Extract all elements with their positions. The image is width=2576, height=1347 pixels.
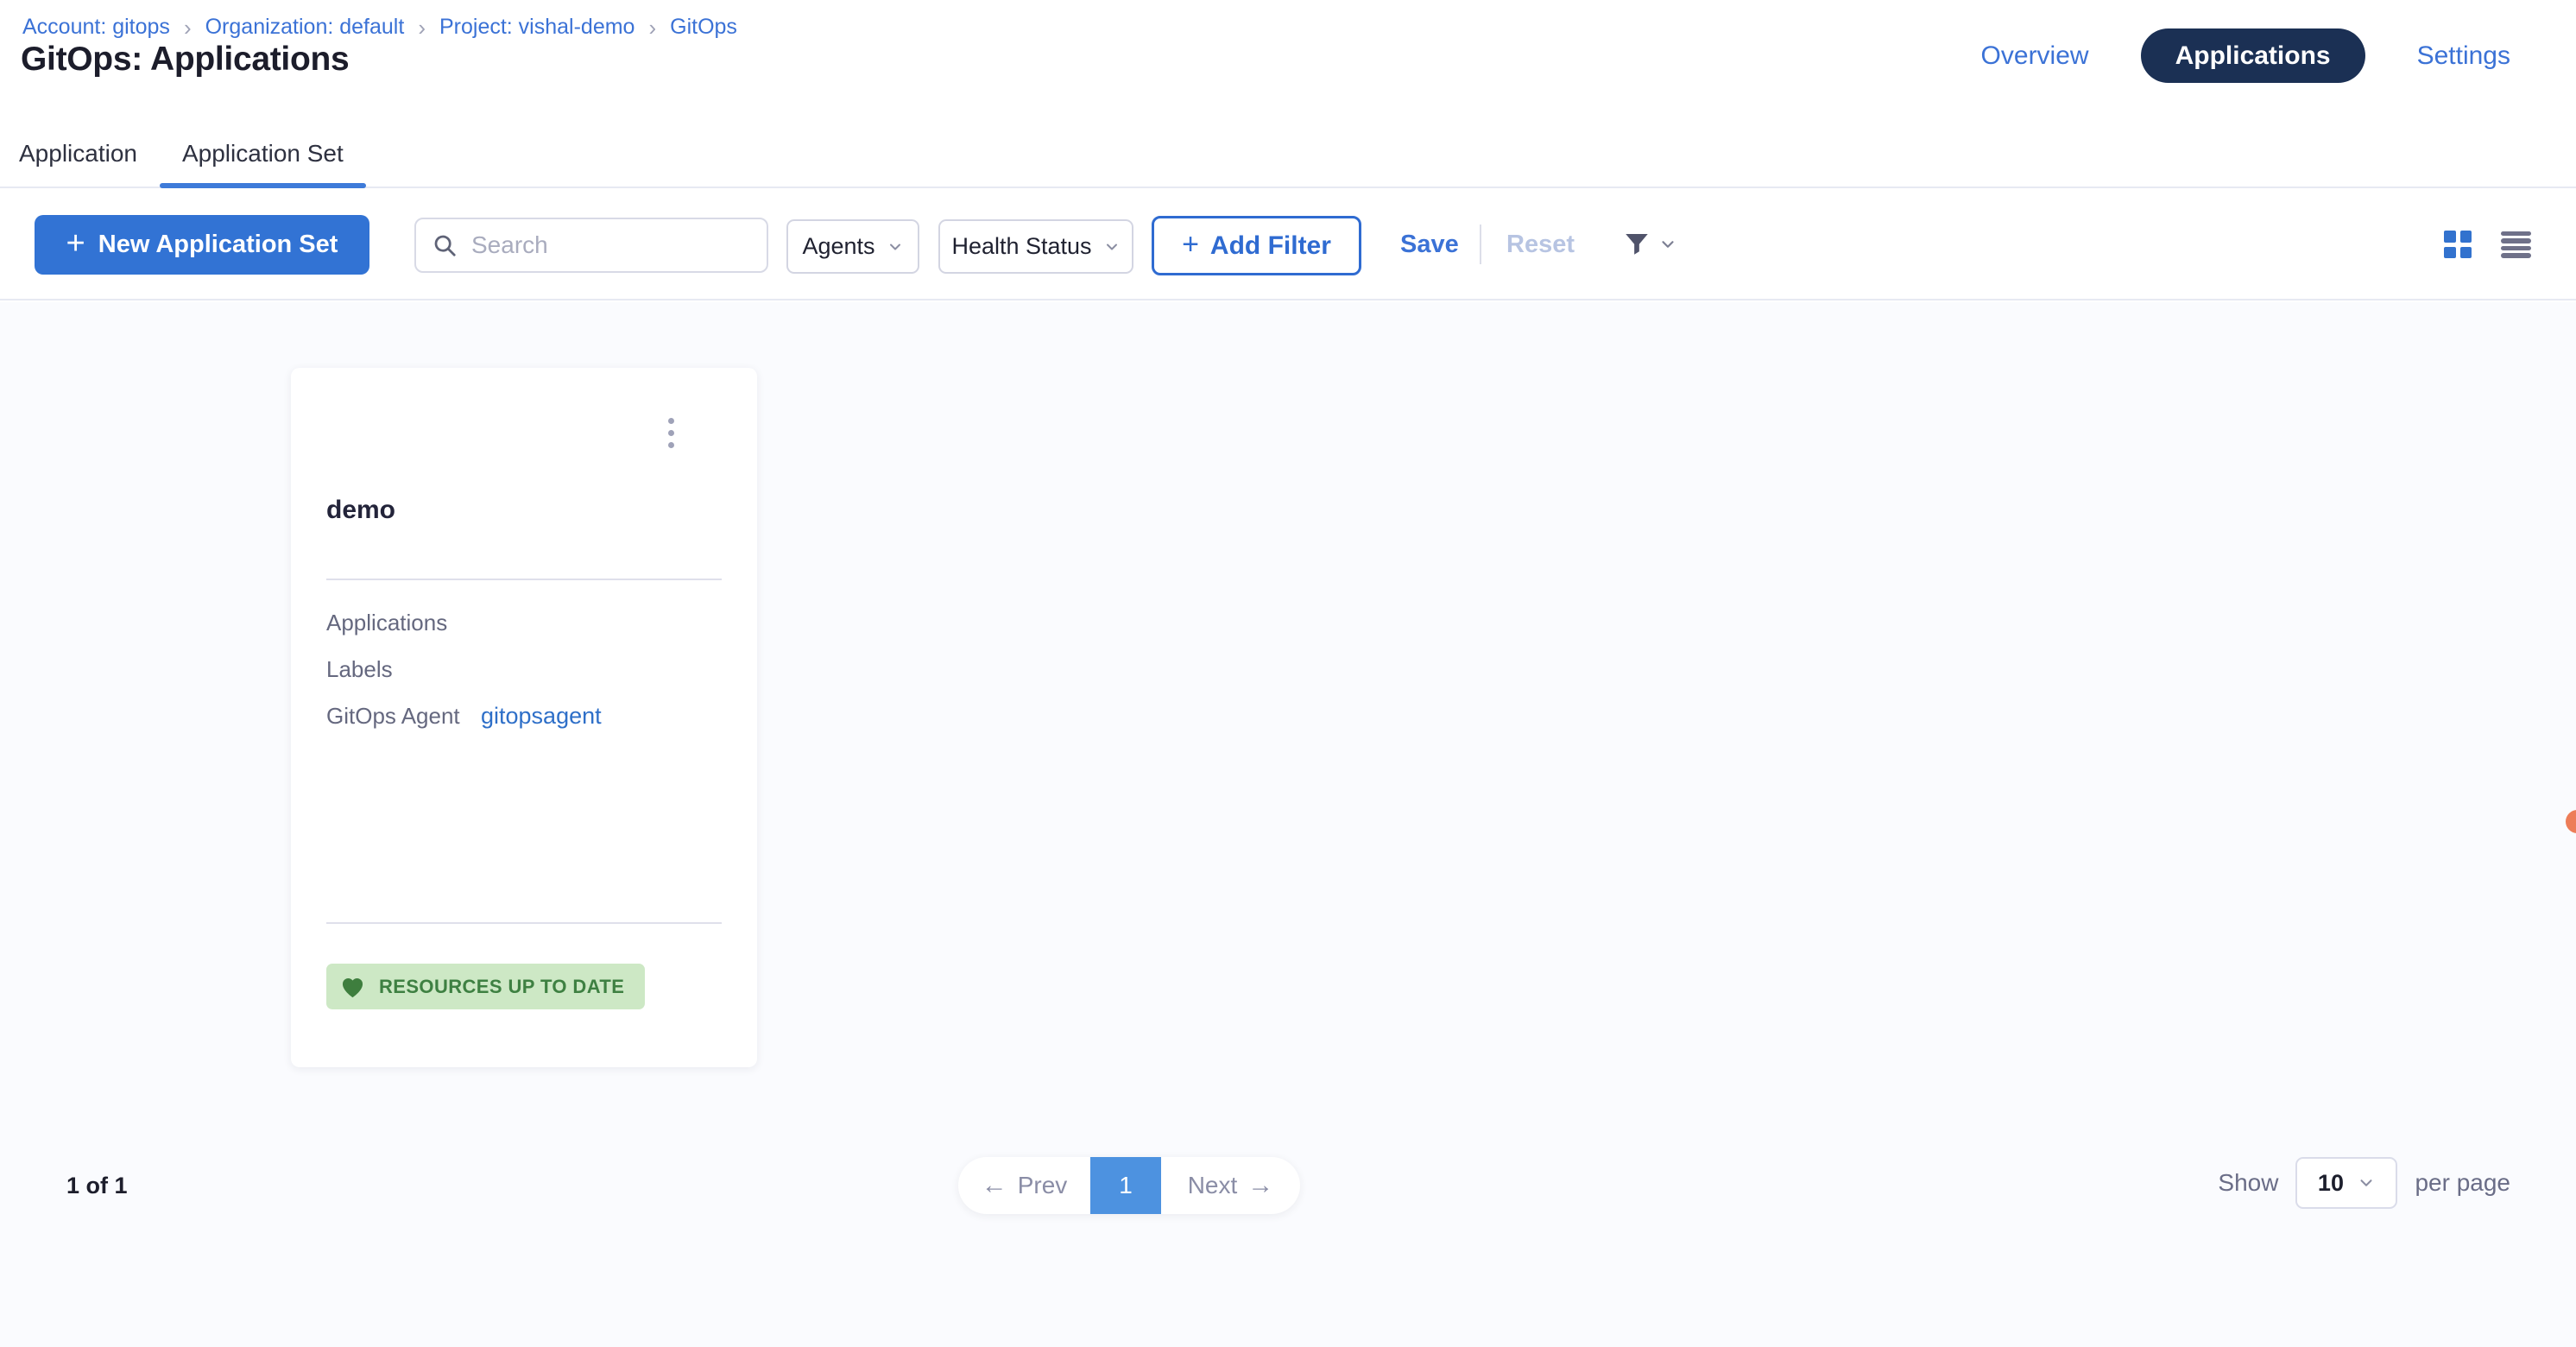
agents-filter-label: Agents bbox=[802, 233, 874, 260]
page-size-value: 10 bbox=[2318, 1170, 2344, 1197]
chevron-down-icon bbox=[1658, 235, 1677, 254]
per-page-label: per page bbox=[2415, 1169, 2510, 1197]
tab-application[interactable]: Application bbox=[19, 121, 137, 187]
application-set-name: demo bbox=[326, 496, 395, 525]
chevron-down-icon bbox=[2357, 1173, 2376, 1192]
card-menu-kebab-icon[interactable] bbox=[665, 414, 678, 452]
field-row-gitops-agent: GitOps Agent gitopsagent bbox=[326, 703, 722, 730]
show-label: Show bbox=[2218, 1169, 2278, 1197]
filter-funnel-icon bbox=[1621, 229, 1652, 260]
search-icon bbox=[432, 232, 458, 258]
page-size-select[interactable]: 10 bbox=[2295, 1157, 2397, 1209]
chevron-right-icon: › bbox=[418, 16, 426, 39]
pagination-next-button[interactable]: Next → bbox=[1161, 1157, 1300, 1214]
field-row-labels: Labels bbox=[326, 656, 722, 683]
save-filter-button[interactable]: Save bbox=[1400, 190, 1459, 299]
pagination-page-1[interactable]: 1 bbox=[1090, 1157, 1161, 1214]
next-label: Next bbox=[1188, 1172, 1238, 1199]
field-label: Labels bbox=[326, 656, 481, 683]
results-summary: 1 of 1 bbox=[66, 1173, 128, 1199]
field-label: Applications bbox=[326, 610, 481, 636]
search-box bbox=[414, 218, 768, 273]
tab-bar: Application Application Set bbox=[0, 121, 2576, 188]
health-status-filter-label: Health Status bbox=[951, 233, 1091, 260]
pagination: ← Prev 1 Next → bbox=[958, 1157, 1300, 1214]
filter-panel-button[interactable] bbox=[1621, 190, 1677, 299]
toolbar: + New Application Set Agents Health Stat… bbox=[0, 190, 2576, 300]
new-application-set-button[interactable]: + New Application Set bbox=[35, 215, 369, 275]
card-divider bbox=[326, 922, 722, 924]
add-filter-label: Add Filter bbox=[1210, 231, 1331, 261]
module-nav: Overview Applications Settings bbox=[1981, 28, 2510, 83]
page-size-control: Show 10 per page bbox=[2218, 1155, 2510, 1211]
pagination-prev-button[interactable]: ← Prev bbox=[958, 1157, 1090, 1214]
content-area: demo Applications Labels GitOps Agent gi… bbox=[0, 302, 2576, 1347]
heart-icon bbox=[338, 972, 367, 1001]
chevron-down-icon bbox=[1103, 238, 1121, 256]
grid-view-icon[interactable] bbox=[2444, 231, 2472, 258]
search-input[interactable] bbox=[470, 231, 767, 260]
status-badge: RESOURCES UP TO DATE bbox=[326, 964, 645, 1009]
list-view-icon[interactable] bbox=[2501, 231, 2531, 258]
arrow-left-icon: ← bbox=[982, 1173, 1007, 1198]
field-row-applications: Applications bbox=[326, 610, 722, 636]
nav-overview[interactable]: Overview bbox=[1981, 41, 2089, 71]
breadcrumb-account[interactable]: Account: gitops bbox=[22, 15, 170, 40]
breadcrumb-project[interactable]: Project: vishal-demo bbox=[439, 15, 635, 40]
breadcrumb: Account: gitops › Organization: default … bbox=[22, 15, 737, 40]
add-filter-button[interactable]: + Add Filter bbox=[1152, 216, 1361, 275]
new-application-set-label: New Application Set bbox=[98, 231, 338, 259]
nav-applications[interactable]: Applications bbox=[2141, 28, 2365, 83]
gitops-agent-link[interactable]: gitopsagent bbox=[481, 703, 602, 730]
view-toggle-group bbox=[2444, 190, 2531, 299]
page-title: GitOps: Applications bbox=[21, 41, 349, 79]
health-status-filter-dropdown[interactable]: Health Status bbox=[938, 219, 1133, 274]
chevron-right-icon: › bbox=[648, 16, 656, 39]
reset-filter-button[interactable]: Reset bbox=[1506, 190, 1575, 299]
agents-filter-dropdown[interactable]: Agents bbox=[786, 219, 919, 274]
application-set-card[interactable]: demo Applications Labels GitOps Agent gi… bbox=[291, 368, 757, 1067]
chevron-right-icon: › bbox=[184, 16, 192, 39]
plus-icon: + bbox=[66, 227, 85, 260]
chevron-down-icon bbox=[887, 238, 904, 256]
nav-settings[interactable]: Settings bbox=[2417, 41, 2510, 71]
prev-label: Prev bbox=[1018, 1172, 1068, 1199]
page-header: Account: gitops › Organization: default … bbox=[0, 0, 2576, 121]
tab-application-set[interactable]: Application Set bbox=[182, 121, 344, 187]
card-fields: Applications Labels GitOps Agent gitopsa… bbox=[326, 610, 722, 730]
arrow-right-icon: → bbox=[1247, 1173, 1273, 1198]
breadcrumb-gitops[interactable]: GitOps bbox=[670, 15, 737, 40]
plus-icon: + bbox=[1182, 230, 1199, 259]
card-divider bbox=[326, 579, 722, 580]
breadcrumb-organization[interactable]: Organization: default bbox=[205, 15, 405, 40]
field-label: GitOps Agent bbox=[326, 703, 481, 730]
status-badge-label: RESOURCES UP TO DATE bbox=[379, 976, 624, 998]
toolbar-divider bbox=[1480, 224, 1481, 264]
